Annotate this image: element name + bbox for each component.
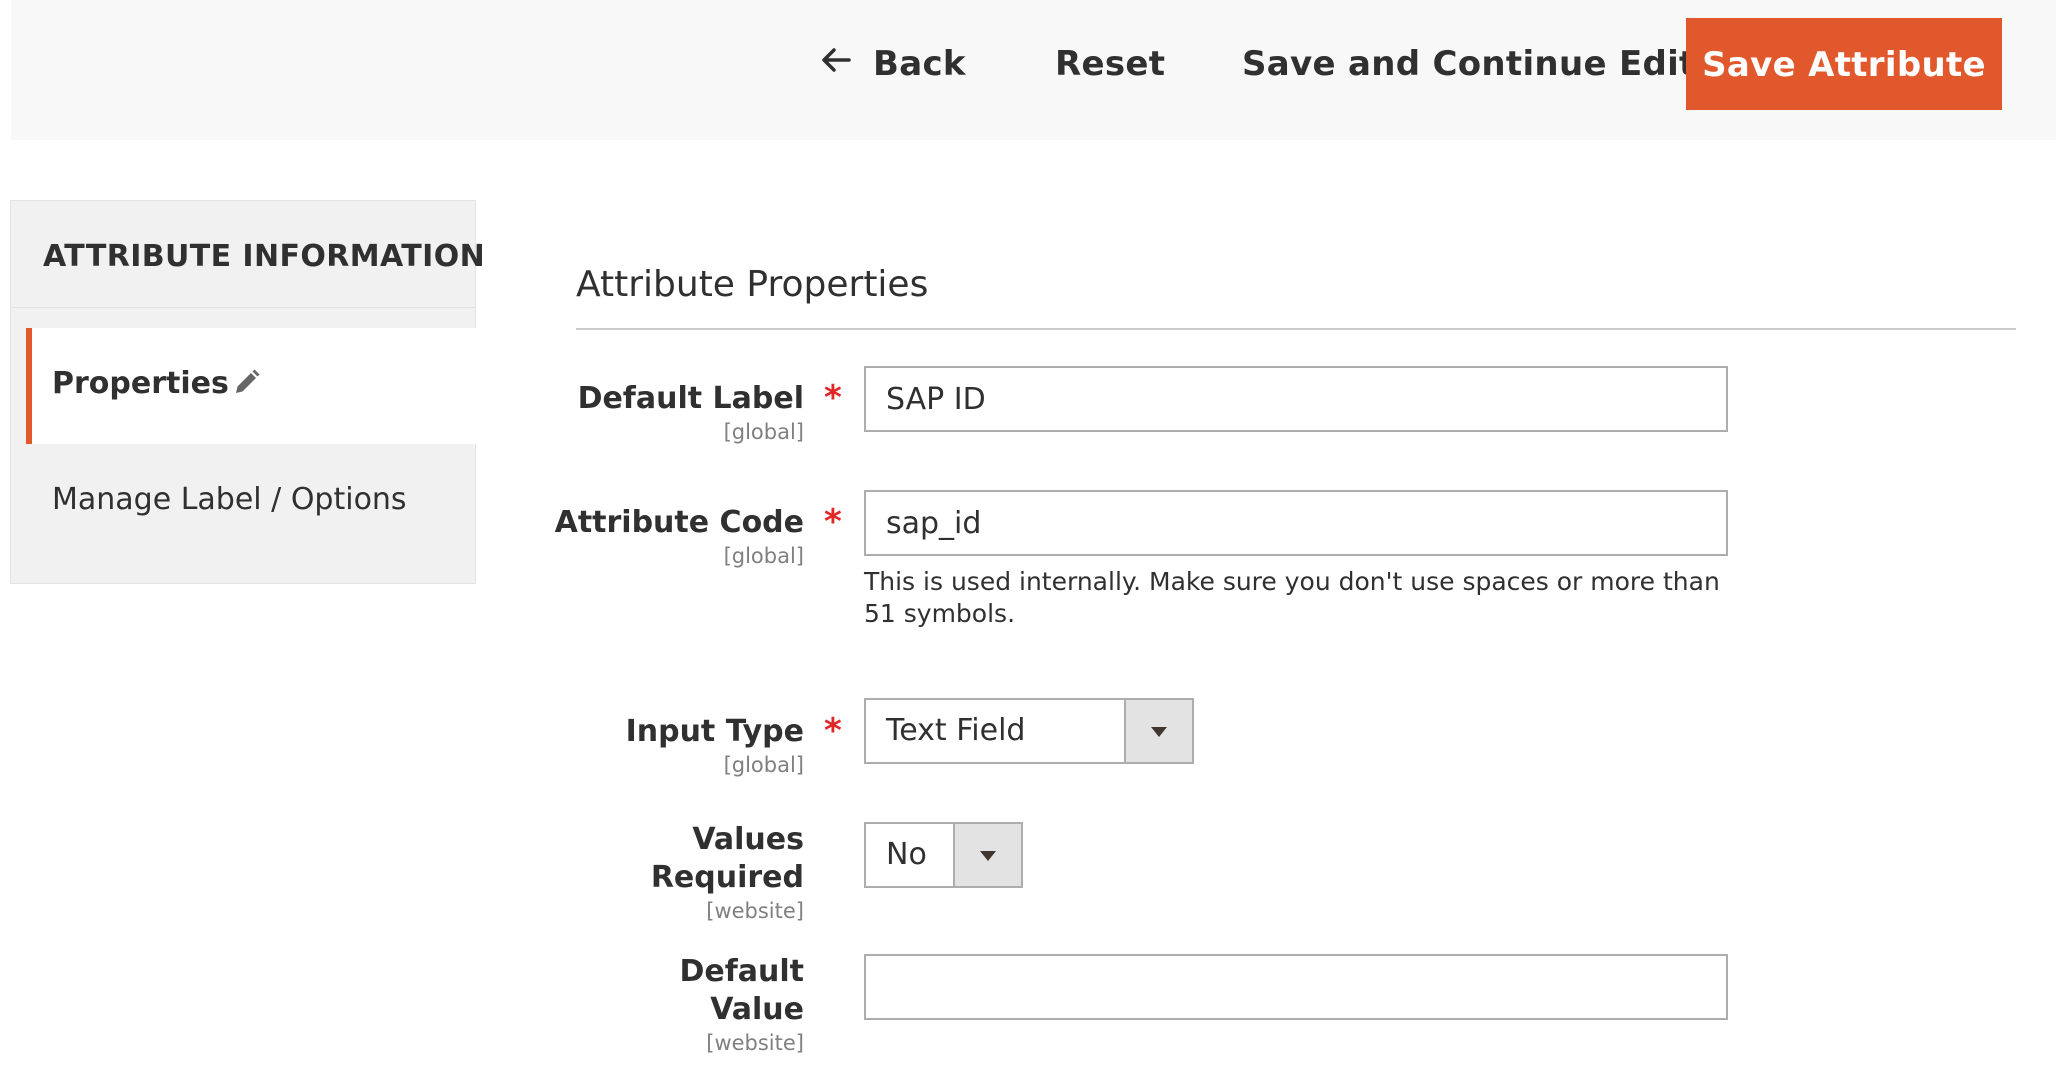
values-required-label-line1: Values [692, 822, 804, 857]
attribute-code-label-text: Attribute Code [554, 505, 804, 540]
values-required-select[interactable]: No [864, 822, 1023, 888]
back-button-label: Back [873, 44, 966, 84]
default-label-input[interactable] [864, 366, 1728, 432]
attribute-code-field-label: Attribute Code [global] [555, 504, 804, 570]
input-type-label-text: Input Type [625, 714, 804, 749]
sidebar-divider [11, 307, 475, 308]
tab-properties-label: Properties [52, 366, 229, 401]
save-and-continue-button[interactable]: Save and Continue Edit [1242, 0, 1696, 128]
values-required-field-label: Values Required [website] [651, 821, 804, 925]
required-asterisk: * [824, 502, 842, 542]
page-actions-bar: Back Reset Save and Continue Edit Save A… [11, 0, 2056, 140]
tab-properties[interactable]: Properties [26, 328, 477, 444]
input-type-scope: [global] [723, 753, 804, 777]
arrow-left-icon [821, 0, 851, 126]
dropdown-toggle[interactable] [953, 824, 1021, 886]
default-label-field-label: Default Label [global] [578, 380, 804, 446]
default-value-scope: [website] [706, 1031, 804, 1055]
values-required-scope: [website] [706, 899, 804, 923]
default-value-label-line1: Default [679, 954, 804, 989]
save-attribute-button[interactable]: Save Attribute [1686, 18, 2002, 110]
tab-manage-label-options-label: Manage Label / Options [52, 482, 407, 517]
required-asterisk: * [824, 378, 842, 418]
pencil-icon [232, 367, 262, 401]
chevron-down-icon [980, 851, 996, 861]
tab-manage-label-options[interactable]: Manage Label / Options [26, 444, 477, 560]
default-value-field-label: Default Value [website] [679, 953, 804, 1057]
input-type-selected-value: Text Field [886, 713, 1026, 748]
values-required-selected-value: No [886, 837, 927, 872]
sidebar-title: ATTRIBUTE INFORMATION [43, 239, 486, 274]
default-value-label-line2: Value [710, 992, 804, 1027]
attribute-code-input[interactable] [864, 490, 1728, 556]
input-type-field-label: Input Type [global] [626, 713, 804, 779]
back-button[interactable]: Back [821, 0, 966, 128]
dropdown-toggle[interactable] [1124, 700, 1192, 762]
reset-button[interactable]: Reset [1055, 0, 1165, 128]
values-required-label-line2: Required [650, 860, 804, 895]
attribute-code-scope: [global] [723, 544, 804, 568]
default-label-label-text: Default Label [577, 381, 804, 416]
attribute-code-note: This is used internally. Make sure you d… [864, 567, 1720, 628]
section-divider [576, 328, 2016, 330]
section-title: Attribute Properties [576, 264, 929, 305]
attribute-info-sidebar: ATTRIBUTE INFORMATION Properties Manage … [10, 200, 485, 584]
default-label-scope: [global] [723, 420, 804, 444]
required-asterisk: * [824, 711, 842, 751]
chevron-down-icon [1151, 727, 1167, 737]
input-type-select[interactable]: Text Field [864, 698, 1194, 764]
default-value-input[interactable] [864, 954, 1728, 1020]
